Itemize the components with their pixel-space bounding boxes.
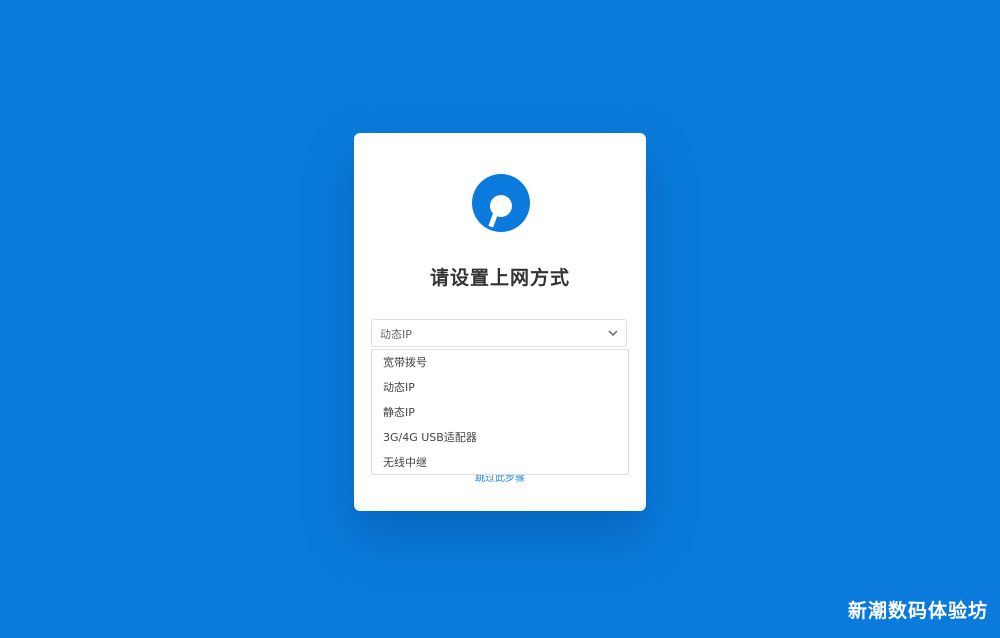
watermark-text: 新潮数码体验坊 (847, 600, 988, 622)
page-title: 请设置上网方式 (429, 267, 570, 289)
connection-type-value: 动态IP (380, 328, 412, 341)
router-logo-icon (472, 174, 530, 232)
option-static-ip[interactable]: 静态IP (372, 400, 628, 425)
setup-card: 请设置上网方式 动态IP 宽带拨号 动态IP 静态IP 3G/4G USB适配器… (354, 133, 646, 511)
option-wireless-repeater[interactable]: 无线中继 (372, 450, 628, 475)
connection-type-dropdown: 宽带拨号 动态IP 静态IP 3G/4G USB适配器 无线中继 (371, 349, 629, 475)
chevron-down-icon (608, 330, 618, 337)
page-background: 请设置上网方式 动态IP 宽带拨号 动态IP 静态IP 3G/4G USB适配器… (0, 0, 1000, 638)
option-usb-modem[interactable]: 3G/4G USB适配器 (372, 425, 628, 450)
option-dynamic-ip[interactable]: 动态IP (372, 375, 628, 400)
option-pppoe[interactable]: 宽带拨号 (372, 350, 628, 375)
connection-type-select[interactable]: 动态IP (371, 319, 627, 347)
